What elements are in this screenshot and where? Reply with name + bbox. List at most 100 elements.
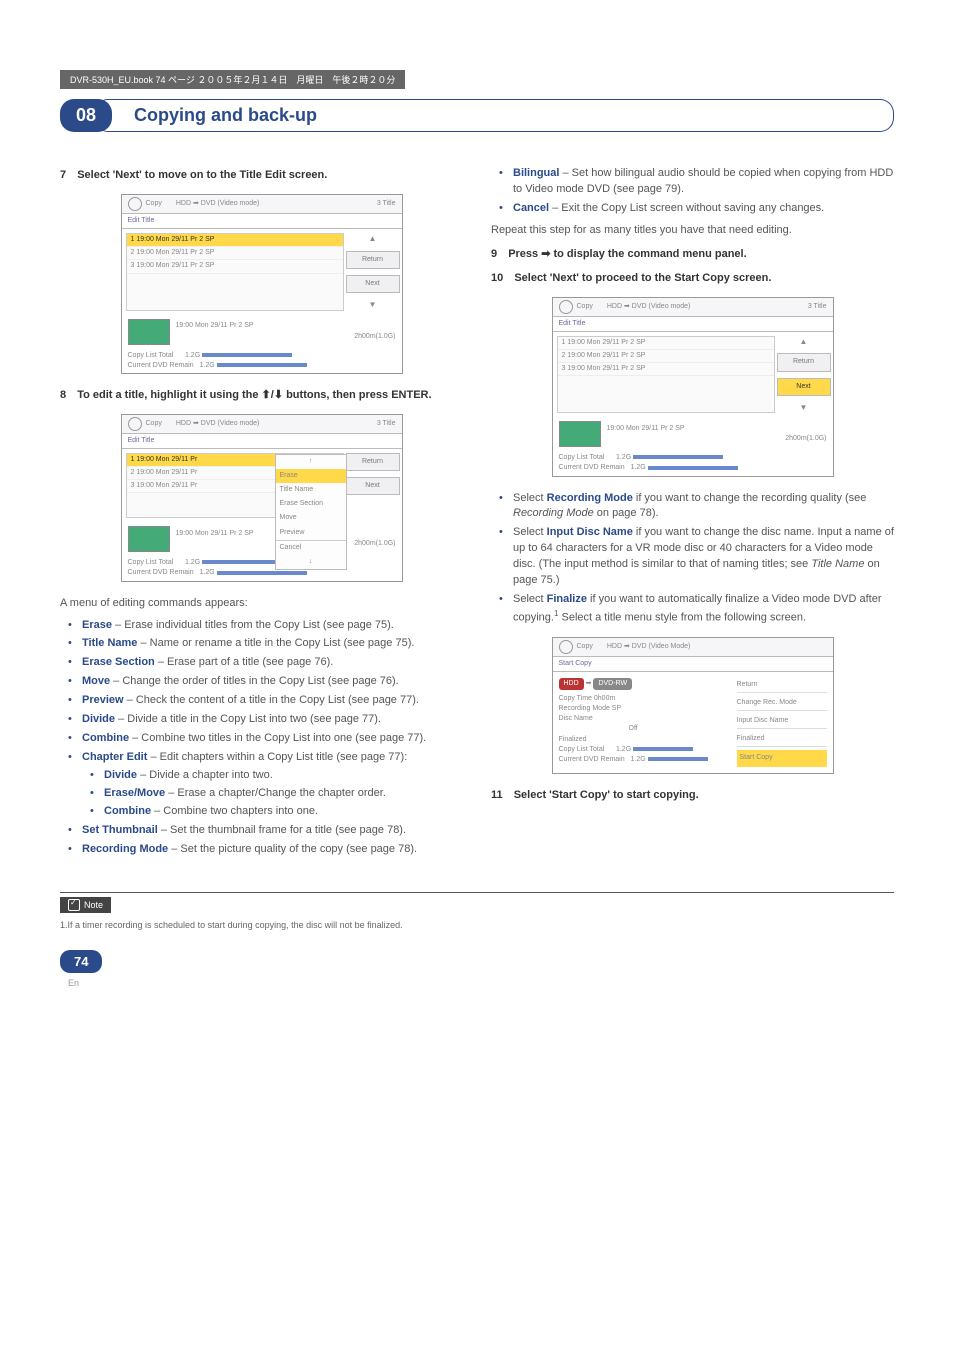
start-copy-left: HDD ➡ DVD-RW Copy Time 0h00m Recording M… [553, 672, 731, 773]
command-popup: ↑ Erase Title Name Erase Section Move Pr… [275, 454, 347, 570]
start-copy-right: Return Change Rec. Mode Input Disc Name … [731, 672, 833, 773]
step-8: 8 To edit a title, highlight it using th… [60, 388, 463, 404]
list-item: Preview – Check the content of a title i… [74, 693, 463, 709]
preview-duration: 2h00m(1.0G) [607, 434, 827, 444]
top-bullets: Bilingual – Set how bilingual audio shou… [491, 166, 894, 217]
list-item: Bilingual – Set how bilingual audio shou… [505, 166, 894, 198]
note-label: Note [60, 897, 111, 913]
list-item: Chapter Edit – Edit chapters within a Co… [74, 750, 463, 820]
list-item[interactable]: 3 19:00 Mon 29/11 Pr 2 SP [558, 363, 774, 376]
step-number: 9 [491, 248, 497, 260]
scroll-down-icon[interactable]: ▼ [800, 402, 808, 414]
after-bullets: Select Recording Mode if you want to cha… [491, 491, 894, 627]
step-number: 7 [60, 169, 66, 181]
menu-intro: A menu of editing commands appears: [60, 596, 463, 612]
scr-copy-label: Copy [577, 642, 593, 652]
list-item[interactable]: 1 19:00 Mon 29/11 Pr 2 SP [558, 337, 774, 350]
list-item: Set Thumbnail – Set the thumbnail frame … [74, 823, 463, 839]
step-text: Select 'Next' to proceed to the Start Co… [514, 272, 771, 284]
start-copy-screenshot: Copy HDD ➡ DVD (Video Mode) Start Copy H… [552, 637, 834, 774]
rec-mode: Recording Mode SP [559, 704, 725, 714]
return-button[interactable]: Return [346, 251, 400, 269]
start-copy-button[interactable]: Start Copy [737, 750, 827, 766]
menu-item[interactable]: Move [276, 511, 346, 525]
step-7: 7 Select 'Next' to move on to the Title … [60, 168, 463, 184]
list-item[interactable]: 1 19:00 Mon 29/11 Pr 2 SP [127, 234, 343, 247]
thumbnail [128, 526, 170, 552]
list-item: Title Name – Name or rename a title in t… [74, 636, 463, 652]
edit-title-screenshot-3: Copy HDD ➡ DVD (Video mode) 3 Title Edit… [552, 297, 834, 477]
menu-item[interactable]: Return [737, 678, 827, 693]
menu-item[interactable]: Preview [276, 526, 346, 540]
menu-item[interactable]: Erase Section [276, 497, 346, 511]
scr-title-list: 1 19:00 Mon 29/11 Pr 2 SP 2 19:00 Mon 29… [557, 336, 775, 413]
remain-label: Current DVD Remain [559, 756, 625, 763]
menu-item[interactable]: Title Name [276, 483, 346, 497]
scr-title-list: 1 19:00 Mon 29/11 Pr 2 SP 2 19:00 Mon 29… [126, 233, 344, 310]
step-text: Select 'Start Copy' to start copying. [514, 789, 699, 801]
next-button[interactable]: Next [346, 477, 400, 495]
total-value: 1.2G [616, 746, 631, 753]
scr-title-count: 3 Title [808, 302, 827, 312]
step-number: 8 [60, 389, 66, 401]
preview-info: 19:00 Mon 29/11 Pr 2 SP [607, 424, 827, 434]
check-icon [68, 899, 80, 911]
edit-title-screenshot-1: Copy HDD ➡ DVD (Video mode) 3 Title Edit… [121, 194, 403, 374]
finalized: Finalized [559, 735, 725, 745]
footnote: 1.If a timer recording is scheduled to s… [60, 920, 894, 930]
list-item[interactable]: 2 19:00 Mon 29/11 Pr 2 SP [127, 247, 343, 260]
list-item: Erase/Move – Erase a chapter/Change the … [96, 786, 463, 802]
total-value: 1.2G [616, 454, 631, 461]
disc-name: Disc Name [559, 714, 725, 724]
scroll-up-icon[interactable]: ▲ [369, 233, 377, 245]
scr-mode: HDD ➡ DVD (Video mode) [607, 302, 691, 312]
scroll-down-icon[interactable]: ▼ [369, 299, 377, 311]
return-button[interactable]: Return [346, 453, 400, 471]
scr-tab: Edit Title [122, 214, 402, 229]
scroll-up-icon[interactable]: ▲ [800, 336, 808, 348]
page-number: 74 [60, 950, 102, 973]
step-9: 9 Press ➡ to display the command menu pa… [491, 247, 894, 263]
popup-down-icon[interactable]: ↓ [276, 555, 346, 569]
scr-mode: HDD ➡ DVD (Video mode) [176, 199, 260, 209]
total-value: 1.2G [185, 352, 200, 359]
right-column: Bilingual – Set how bilingual audio shou… [491, 160, 894, 864]
list-item: Divide – Divide a chapter into two. [96, 768, 463, 784]
menu-item[interactable]: Finalized [737, 732, 827, 747]
return-button[interactable]: Return [777, 353, 831, 371]
list-item: Combine – Combine two titles in the Copy… [74, 731, 463, 747]
thumbnail [559, 421, 601, 447]
remain-value: 1.2G [630, 756, 645, 763]
step-11: 11 Select 'Start Copy' to start copying. [491, 788, 894, 804]
menu-item[interactable]: Cancel [276, 540, 346, 555]
disc-icon [128, 197, 142, 211]
list-item[interactable]: 2 19:00 Mon 29/11 Pr 2 SP [558, 350, 774, 363]
next-button[interactable]: Next [346, 275, 400, 293]
preview-duration: 2h00m(1.0G) [176, 332, 396, 342]
list-item[interactable]: 3 19:00 Mon 29/11 Pr 2 SP [127, 260, 343, 273]
list-item: Cancel – Exit the Copy List screen witho… [505, 201, 894, 217]
menu-item[interactable]: Input Disc Name [737, 714, 827, 729]
total-label: Copy List Total [559, 454, 605, 461]
next-button[interactable]: Next [777, 378, 831, 396]
menu-item[interactable]: Change Rec. Mode [737, 696, 827, 711]
step-number: 10 [491, 272, 503, 284]
remain-label: Current DVD Remain [559, 464, 625, 471]
step-10: 10 Select 'Next' to proceed to the Start… [491, 271, 894, 287]
left-column: 7 Select 'Next' to move on to the Title … [60, 160, 463, 864]
disc-icon [128, 417, 142, 431]
list-item: Recording Mode – Set the picture quality… [74, 842, 463, 858]
doc-header: DVR-530H_EU.book 74 ページ ２００５年２月１４日 月曜日 午… [60, 70, 405, 89]
popup-up-icon[interactable]: ↑ [276, 455, 346, 469]
disc-icon [559, 300, 573, 314]
remain-value: 1.2G [199, 362, 214, 369]
list-item: Divide – Divide a title in the Copy List… [74, 712, 463, 728]
remain-value: 1.2G [630, 464, 645, 471]
list-item: Combine – Combine two chapters into one. [96, 804, 463, 820]
menu-item[interactable]: Erase [276, 469, 346, 483]
page-lang: En [68, 978, 79, 988]
page-footer: 74 En [60, 950, 894, 991]
scr-title-count: 3 Title [377, 199, 396, 209]
hdd-chip: HDD [559, 678, 584, 690]
scr-title-count: 3 Title [377, 419, 396, 429]
